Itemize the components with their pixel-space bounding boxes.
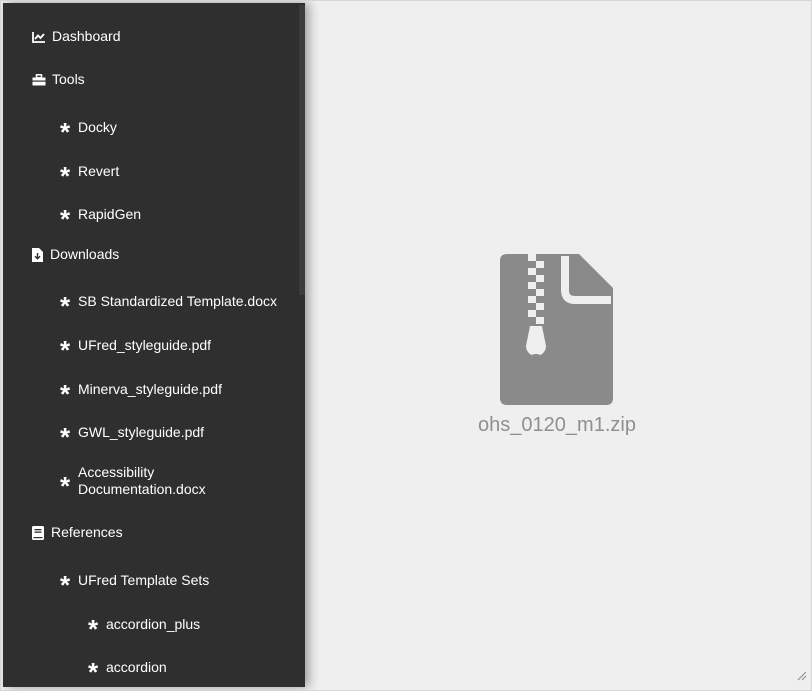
asterisk-icon: * — [59, 570, 71, 600]
sidebar-item-revert[interactable]: * Revert — [57, 159, 120, 191]
sidebar-scrollbar[interactable] — [299, 5, 305, 295]
sidebar-item-label: UFred_styleguide.pdf — [78, 337, 212, 353]
sidebar-item-references[interactable]: References — [30, 524, 123, 541]
sidebar-item-label: Dashboard — [52, 28, 121, 44]
sidebar-item-gwl-styleguide[interactable]: * GWL_styleguide.pdf — [57, 420, 205, 452]
toolbox-icon — [31, 72, 47, 88]
asterisk-icon: * — [59, 470, 71, 501]
sidebar-item-label: Tools — [52, 71, 85, 87]
sidebar-item-dashboard[interactable]: Dashboard — [31, 28, 121, 45]
file-name-label: ohs_0120_m1.zip — [478, 414, 636, 436]
file-download-icon — [29, 247, 45, 263]
sidebar-item-tools[interactable]: Tools — [31, 71, 85, 88]
sidebar-item-ufred-styleguide[interactable]: * UFred_styleguide.pdf — [57, 333, 212, 365]
asterisk-icon: * — [59, 291, 71, 321]
sidebar-item-label: RapidGen — [78, 206, 142, 222]
sidebar-item-label: GWL_styleguide.pdf — [78, 424, 205, 440]
sidebar-item-label: Accessibility Documentation.docx — [78, 464, 206, 497]
line-chart-icon — [31, 29, 47, 45]
sidebar-item-accordion[interactable]: * accordion — [85, 655, 167, 687]
sidebar-item-label: Revert — [78, 163, 120, 179]
sidebar-item-sb-standardized-template[interactable]: * SB Standardized Template.docx — [57, 289, 277, 321]
sidebar-item-accordion-plus[interactable]: * accordion_plus — [85, 612, 201, 644]
sidebar-item-ufred-template-sets[interactable]: * UFred Template Sets — [57, 568, 210, 600]
sidebar-item-label: Downloads — [50, 246, 120, 262]
sidebar-item-docky[interactable]: * Docky — [57, 115, 117, 147]
sidebar-item-rapidgen[interactable]: * RapidGen — [57, 202, 142, 234]
sidebar-item-label: Docky — [78, 119, 117, 135]
sidebar-nav: Dashboard Tools * Docky * Revert * Rapid… — [3, 3, 305, 687]
sidebar-item-label: UFred Template Sets — [78, 572, 210, 588]
asterisk-icon: * — [59, 422, 71, 452]
asterisk-icon: * — [59, 117, 71, 147]
asterisk-icon: * — [59, 204, 71, 234]
sidebar-item-label: accordion_plus — [106, 616, 201, 632]
sidebar-item-minerva-styleguide[interactable]: * Minerva_styleguide.pdf — [57, 377, 222, 409]
sidebar-item-label: accordion — [106, 659, 167, 675]
asterisk-icon: * — [87, 614, 99, 644]
asterisk-icon: * — [59, 161, 71, 191]
asterisk-icon: * — [59, 379, 71, 409]
resize-handle-icon[interactable] — [797, 668, 807, 686]
app-window: Dashboard Tools * Docky * Revert * Rapid… — [0, 0, 812, 691]
sidebar-item-label: SB Standardized Template.docx — [78, 293, 277, 309]
book-icon — [30, 525, 46, 541]
sidebar-item-label: Minerva_styleguide.pdf — [78, 381, 222, 397]
sidebar-item-label: References — [51, 524, 123, 540]
asterisk-icon: * — [87, 657, 99, 687]
sidebar-item-accessibility-documentation[interactable]: * Accessibility Documentation.docx — [57, 464, 238, 501]
sidebar-item-downloads[interactable]: Downloads — [29, 246, 119, 263]
zip-file-icon — [499, 254, 615, 411]
asterisk-icon: * — [59, 335, 71, 365]
